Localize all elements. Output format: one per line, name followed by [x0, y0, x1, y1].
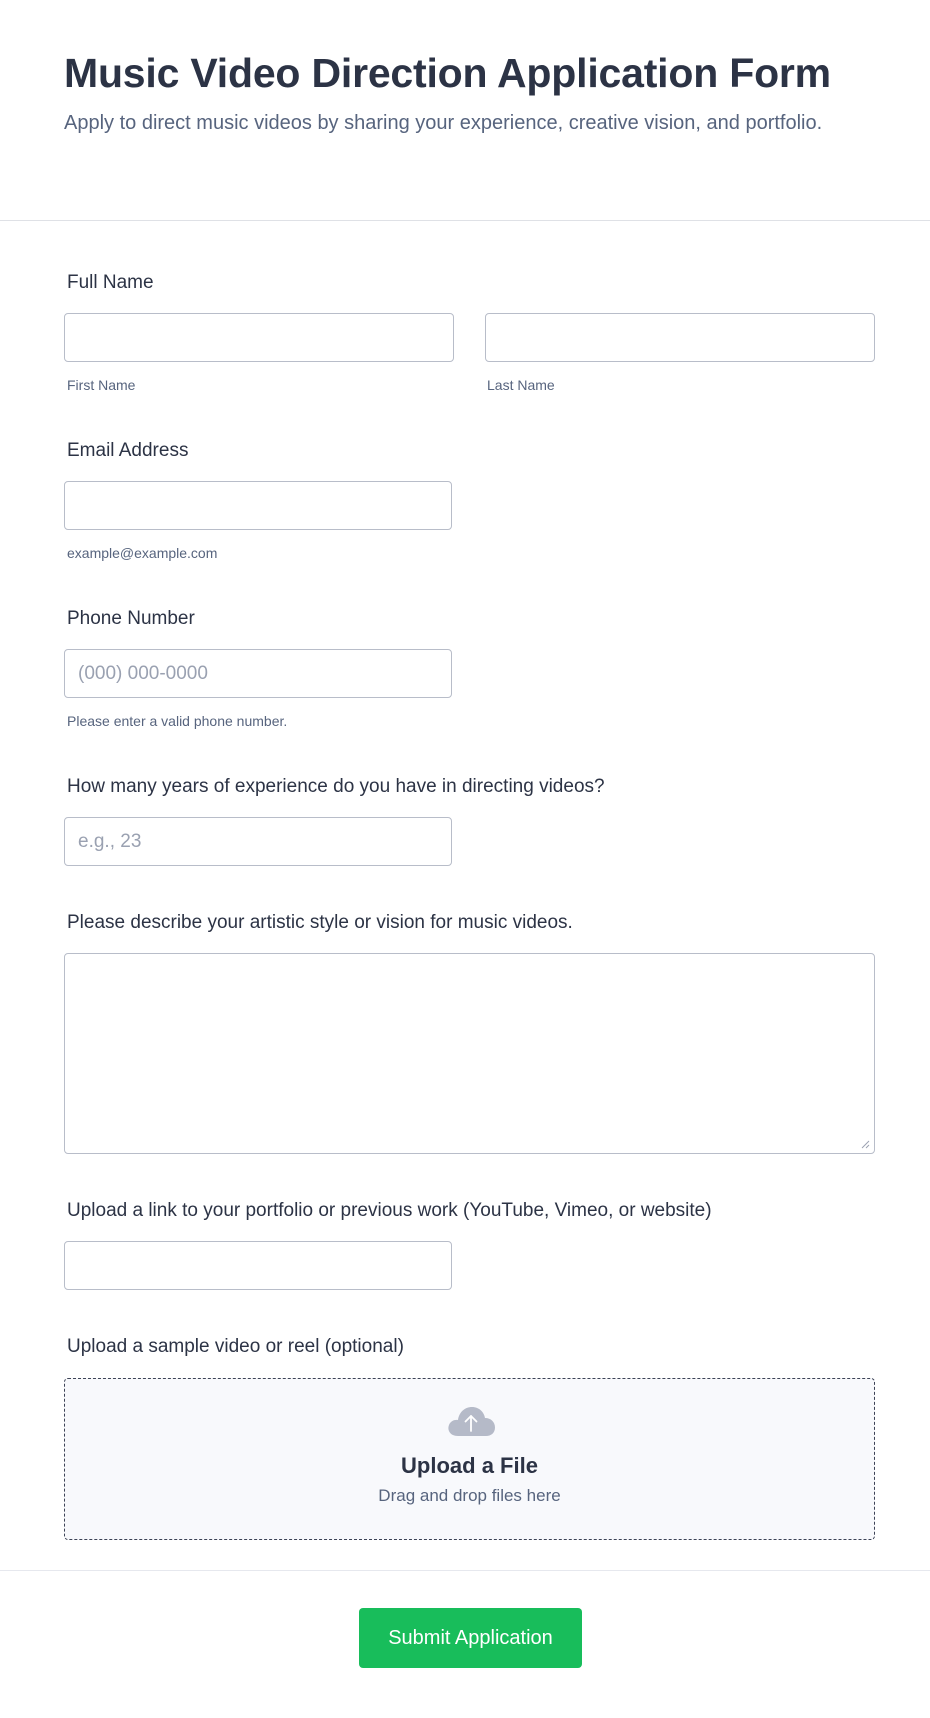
email-input[interactable] [65, 482, 451, 529]
last-name-field[interactable] [485, 313, 875, 362]
vision-textarea[interactable] [65, 954, 874, 1153]
experience-field[interactable] [64, 817, 452, 866]
first-name-sublabel: First Name [67, 377, 136, 393]
portfolio-label: Upload a link to your portfolio or previ… [67, 1200, 712, 1221]
footer-divider [0, 1570, 930, 1571]
email-label: Email Address [67, 440, 189, 461]
first-name-input[interactable] [65, 314, 453, 361]
upload-title: Upload a File [401, 1453, 538, 1478]
email-sublabel: example@example.com [67, 545, 218, 561]
experience-input[interactable] [65, 818, 451, 865]
first-name-field[interactable] [64, 313, 454, 362]
last-name-sublabel: Last Name [487, 377, 555, 393]
page-title: Music Video Direction Application Form [64, 50, 831, 96]
experience-label: How many years of experience do you have… [67, 776, 605, 797]
phone-sublabel: Please enter a valid phone number. [67, 713, 288, 729]
submit-button[interactable]: Submit Application [359, 1608, 582, 1668]
vision-label: Please describe your artistic style or v… [67, 912, 573, 933]
phone-label: Phone Number [67, 608, 195, 629]
last-name-input[interactable] [486, 314, 874, 361]
file-upload-dropzone[interactable]: Upload a File Drag and drop files here [64, 1378, 875, 1540]
resize-grip-icon[interactable] [861, 1140, 870, 1149]
email-field[interactable] [64, 481, 452, 530]
vision-field[interactable] [64, 953, 875, 1154]
phone-field[interactable] [64, 649, 452, 698]
form-header: Music Video Direction Application Form A… [0, 0, 930, 221]
cloud-upload-icon [448, 1407, 495, 1436]
portfolio-input[interactable] [65, 1242, 451, 1289]
full-name-label: Full Name [67, 272, 154, 293]
page-subtitle: Apply to direct music videos by sharing … [64, 112, 823, 134]
phone-input[interactable] [65, 650, 451, 697]
portfolio-field[interactable] [64, 1241, 452, 1290]
upload-subtitle: Drag and drop files here [378, 1486, 561, 1505]
sample-label: Upload a sample video or reel (optional) [67, 1336, 404, 1357]
